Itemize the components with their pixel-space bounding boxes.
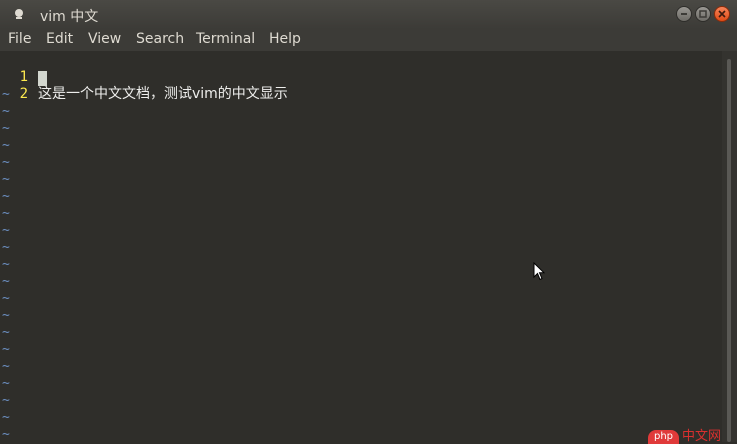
minimize-button[interactable] — [676, 6, 692, 22]
tilde-marker: ~ — [2, 87, 10, 102]
close-icon — [718, 10, 726, 18]
editor-line: 2 — [0, 69, 722, 102]
tilde-marker: ~ — [2, 206, 10, 221]
tilde-marker: ~ — [2, 240, 10, 255]
tilde-marker: ~ — [2, 121, 10, 136]
menu-view[interactable]: View — [88, 31, 121, 47]
tilde-marker: ~ — [2, 104, 10, 119]
line-text: 这是一个中文文档，测试vim的中文显示 — [38, 86, 288, 102]
tilde-marker: ~ — [2, 342, 10, 357]
maximize-button[interactable] — [695, 6, 711, 22]
tilde-marker: ~ — [2, 376, 10, 391]
menu-search[interactable]: Search — [136, 31, 184, 47]
tilde-marker: ~ — [2, 325, 10, 340]
tilde-marker: ~ — [2, 427, 10, 442]
window-controls — [676, 6, 730, 22]
editor-line: 1 这是一个中文文档，测试vim的中文显示 — [0, 52, 722, 102]
menu-help[interactable]: Help — [269, 31, 301, 47]
window-title: vim 中文 — [40, 9, 99, 25]
terminal-app-icon — [15, 9, 23, 19]
vim-editor-area[interactable]: 1 这是一个中文文档，测试vim的中文显示 2 ~ ~ ~ ~ ~ ~ ~ ~ ~ ~ ~ ~ ~ ~ ~ ~… — [0, 51, 722, 442]
minimize-icon — [681, 13, 687, 15]
menu-terminal[interactable]: Terminal — [196, 31, 255, 47]
tilde-marker: ~ — [2, 223, 10, 238]
text-cursor — [38, 71, 47, 86]
terminal-window: vim 中文 File Edit View Search Terminal He… — [0, 0, 737, 444]
tilde-marker: ~ — [2, 155, 10, 170]
close-button[interactable] — [714, 6, 730, 22]
tilde-marker: ~ — [2, 359, 10, 374]
scrollbar-thumb[interactable] — [727, 59, 731, 442]
tilde-marker: ~ — [2, 410, 10, 425]
mouse-pointer-icon — [533, 262, 545, 281]
tilde-marker: ~ — [2, 257, 10, 272]
tilde-marker: ~ — [2, 393, 10, 408]
tilde-marker: ~ — [2, 291, 10, 306]
scrollbar[interactable] — [722, 51, 737, 442]
menu-edit[interactable]: Edit — [46, 31, 73, 47]
menu-bar: File Edit View Search Terminal Help — [0, 29, 737, 51]
tilde-marker: ~ — [2, 189, 10, 204]
tilde-marker: ~ — [2, 308, 10, 323]
maximize-icon — [699, 10, 707, 18]
tilde-marker: ~ — [2, 138, 10, 153]
tilde-marker: ~ — [2, 172, 10, 187]
tilde-marker: ~ — [2, 274, 10, 289]
title-bar[interactable]: vim 中文 — [0, 0, 737, 29]
menu-file[interactable]: File — [8, 31, 31, 47]
